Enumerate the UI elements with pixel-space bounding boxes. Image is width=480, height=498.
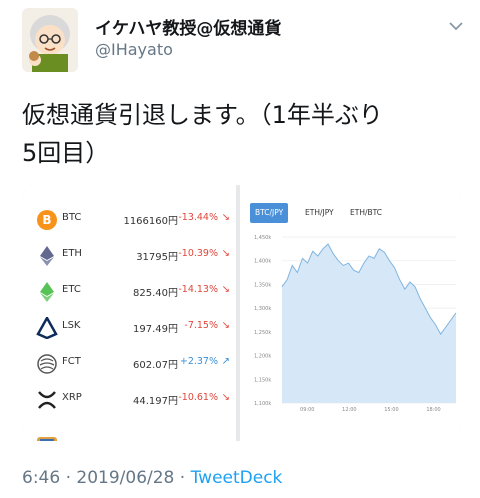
coin-symbol: ETC	[62, 284, 81, 295]
avatar[interactable]	[22, 8, 78, 72]
coin-price: 825.40円	[133, 288, 178, 299]
coin-change: -13.44%	[178, 212, 218, 223]
attached-image[interactable]: B BTC 1166160円 -13.44% ↘ ETH 31795円 -10.…	[22, 185, 460, 441]
ripple-icon	[36, 389, 58, 411]
y-tick-label: 1,150k	[254, 377, 271, 383]
coin-change: -7.15%	[184, 320, 218, 331]
price-area	[282, 244, 456, 403]
arrow-down-icon: ↘	[221, 248, 230, 259]
coin-change: -10.39%	[178, 248, 218, 259]
coin-icon-partial	[36, 431, 58, 441]
arrow-down-icon: ↘	[221, 284, 230, 295]
coin-symbol: XRP	[62, 392, 82, 403]
y-tick-label: 1,350k	[254, 282, 271, 288]
arrow-down-icon: ↘	[221, 212, 230, 223]
coin-price: 602.07円	[133, 360, 178, 371]
tweet-text: 仮想通貨引退します。（1年半ぶり 5回目）	[22, 96, 472, 172]
ethereum-icon	[36, 245, 58, 267]
x-tick-label: 09:00	[300, 407, 314, 413]
coin-symbol: LSK	[62, 320, 81, 331]
lisk-icon	[36, 315, 58, 340]
coin-price: 197.49円	[133, 324, 178, 335]
tweet-text-line1: 仮想通貨引退します。（1年半ぶり	[22, 101, 383, 129]
x-tick-label: 12:00	[342, 407, 356, 413]
coin-change: -14.13%	[178, 284, 218, 295]
chevron-down-icon[interactable]	[446, 16, 466, 36]
coin-change: -10.61%	[178, 392, 218, 403]
arrow-down-icon: ↘	[221, 320, 230, 331]
coin-row-btc[interactable]: B BTC 1166160円 -13.44% ↘	[22, 203, 236, 239]
price-chart-panel: BTC/JPY ETH/JPY ETH/BTC 1,100k 1,150k 1,200k…	[240, 185, 460, 441]
y-tick-label: 1,450k	[254, 235, 271, 241]
x-tick-label: 18:00	[426, 407, 440, 413]
coin-row-fct[interactable]: FCT 602.07円 +2.37% ↗	[22, 347, 236, 383]
user-handle[interactable]: @IHayato	[95, 40, 173, 59]
coin-row-lsk[interactable]: LSK 197.49円 -7.15% ↘	[22, 311, 236, 347]
coin-symbol: BTC	[62, 212, 82, 223]
coin-symbol: ETH	[62, 248, 82, 259]
coin-price: 44.197円	[133, 396, 178, 407]
y-tick-label: 1,400k	[254, 259, 271, 265]
y-tick-label: 1,200k	[254, 354, 271, 360]
coin-row-etc[interactable]: ETC 825.40円 -14.13% ↘	[22, 275, 236, 311]
tweet-footer: 6:46 · 2019/06/28 · TweetDeck	[22, 468, 282, 488]
bitcoin-icon: B	[36, 209, 58, 231]
tweet-timestamp[interactable]: 6:46 · 2019/06/28 ·	[22, 468, 191, 488]
coin-row-partial	[22, 425, 236, 441]
coin-row-xrp[interactable]: XRP 44.197円 -10.61% ↘	[22, 383, 236, 419]
ethereum-classic-icon	[36, 281, 58, 303]
tweet-source[interactable]: TweetDeck	[191, 468, 283, 488]
price-chart: 1,100k 1,150k 1,200k 1,250k 1,300k 1,350k 1,40…	[254, 235, 457, 413]
coin-row-eth[interactable]: ETH 31795円 -10.39% ↘	[22, 239, 236, 275]
arrow-down-icon: ↘	[221, 392, 230, 403]
coin-change: +2.37%	[179, 356, 218, 367]
arrow-up-icon: ↗	[221, 356, 230, 367]
x-tick-label: 15:00	[384, 407, 398, 413]
coin-price: 31795円	[136, 252, 178, 263]
tweet-header: イケハヤ教授@仮想通貨 @IHayato	[0, 0, 480, 80]
y-tick-label: 1,250k	[254, 330, 271, 336]
y-tick-label: 1,300k	[254, 306, 271, 312]
svg-text:B: B	[42, 213, 51, 227]
coin-symbol: FCT	[62, 356, 81, 367]
coin-price: 1166160円	[123, 216, 178, 227]
display-name[interactable]: イケハヤ教授@仮想通貨	[95, 14, 281, 39]
tweet-text-line2: 5回目）	[22, 139, 110, 167]
coin-price-list: B BTC 1166160円 -13.44% ↘ ETH 31795円 -10.…	[22, 185, 236, 441]
factom-icon	[36, 353, 58, 375]
y-tick-label: 1,100k	[254, 401, 271, 407]
